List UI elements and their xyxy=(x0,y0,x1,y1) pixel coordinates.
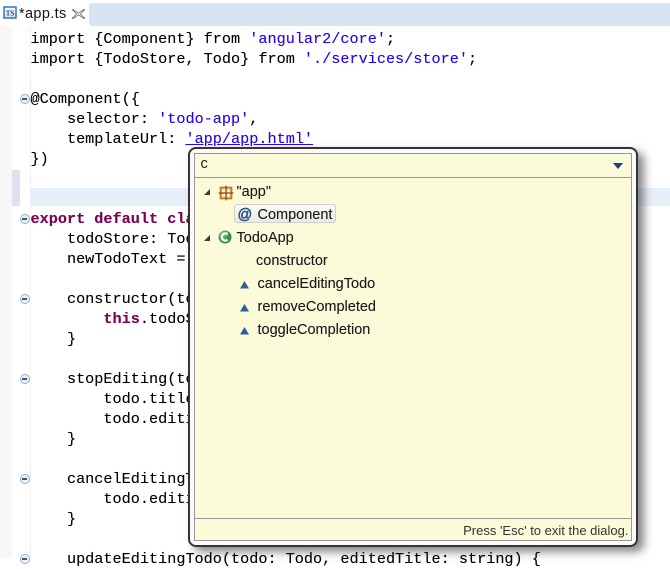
svg-text:TS: TS xyxy=(6,9,15,17)
svg-text:@: @ xyxy=(238,207,253,222)
